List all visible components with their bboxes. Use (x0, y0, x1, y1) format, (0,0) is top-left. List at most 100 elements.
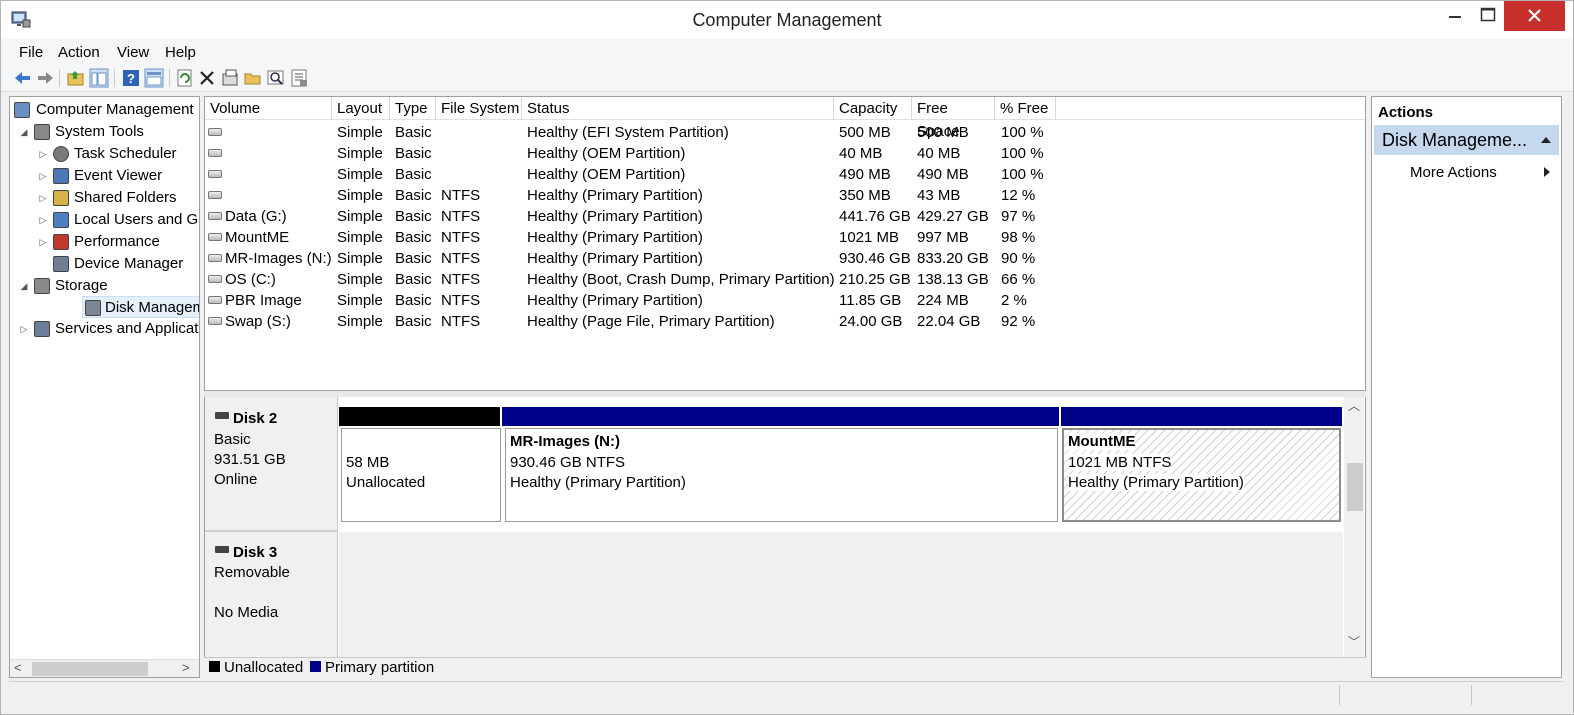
scroll-up-icon[interactable]: ︿ (1348, 397, 1360, 414)
more-actions-link[interactable]: More Actions (1410, 164, 1497, 181)
column-header-type[interactable]: Type (390, 97, 436, 120)
menu-action[interactable]: Action (58, 44, 100, 61)
expand-arrow-icon[interactable]: ▷ (38, 165, 48, 187)
cell-free-space: 43 MB (917, 187, 961, 204)
volume-row[interactable]: Simple Basic Healthy (OEM Partition) 40 MB 4… (205, 143, 1365, 164)
cell-free-space: 429.27 GB (917, 208, 989, 225)
expand-arrow-icon[interactable]: ▷ (38, 187, 48, 209)
disk2-info[interactable]: Disk 2 Basic 931.51 GB Online (205, 397, 338, 532)
open-folder-icon[interactable] (243, 68, 263, 88)
vertical-scrollbar[interactable]: ︿ ﹀ (1344, 397, 1364, 657)
partition-mountme[interactable]: MountME 1021 MB NTFS Healthy (Primary Pa… (1062, 428, 1341, 522)
cell-file-system: NTFS (441, 271, 481, 288)
expand-arrow-icon[interactable]: ▷ (19, 318, 29, 340)
tree-item-storage[interactable]: ◢ Storage (10, 275, 199, 297)
expand-arrow-icon[interactable]: ▷ (38, 143, 48, 165)
menu-bar: File Action View Help (1, 38, 1573, 64)
cell-capacity: 40 MB (839, 145, 883, 162)
volume-row[interactable]: Swap (S:) Simple Basic NTFS Healthy (Page Fi… (205, 311, 1365, 332)
delete-icon[interactable] (197, 68, 217, 88)
tree-item-device-manager[interactable]: Device Manager (10, 253, 199, 275)
tree-item-services-and-applicat[interactable]: ▷ Services and Applicat (10, 318, 199, 340)
tree-item-label: Task Scheduler (74, 145, 177, 162)
disk3-info[interactable]: Disk 3 Removable No Media (205, 532, 338, 657)
cell-type: Basic (395, 166, 432, 183)
menu-file[interactable]: File (19, 44, 43, 61)
help-icon[interactable]: ? (121, 68, 141, 88)
cell-percent-free: 90 % (1001, 250, 1036, 267)
tree-item-label: Computer Management (36, 101, 194, 118)
collapse-arrow-icon[interactable]: ◢ (19, 275, 29, 297)
status-divider (1471, 685, 1472, 705)
minimize-button[interactable] (1438, 1, 1472, 31)
partition-unallocated[interactable]: 58 MB Unallocated (341, 428, 501, 522)
volume-row[interactable]: PBR Image Simple Basic NTFS Healthy (Primary… (205, 290, 1365, 311)
scroll-right-icon[interactable]: > (182, 660, 190, 675)
tree-item-label: Device Manager (74, 255, 184, 272)
column-header-volume[interactable]: Volume (205, 97, 332, 120)
refresh-icon[interactable] (175, 68, 195, 88)
collapse-arrow-icon[interactable]: ◢ (19, 121, 29, 143)
properties-icon[interactable] (220, 68, 240, 88)
minimize-icon (1449, 16, 1461, 18)
volume-row[interactable]: Simple Basic Healthy (OEM Partition) 490 MB… (205, 164, 1365, 185)
expand-arrow-icon[interactable]: ▷ (38, 231, 48, 253)
volume-drive-icon (208, 170, 222, 178)
cell-capacity: 1021 MB (839, 229, 900, 246)
tree-item-task-scheduler[interactable]: ▷ Task Scheduler (10, 143, 199, 165)
cell-percent-free: 100 % (1001, 145, 1044, 162)
properties-view-icon[interactable] (144, 68, 164, 88)
menu-view[interactable]: View (117, 44, 149, 61)
menu-help[interactable]: Help (165, 44, 196, 61)
search-icon[interactable] (266, 68, 286, 88)
volume-row[interactable]: Simple Basic NTFS Healthy (Primary Partitio… (205, 185, 1365, 206)
volume-row[interactable]: MountME Simple Basic NTFS Healthy (Primary P… (205, 227, 1365, 248)
scroll-thumb[interactable] (1347, 463, 1363, 511)
volume-drive-icon (208, 212, 222, 220)
show-hide-tree-icon[interactable] (89, 68, 109, 88)
tree-horizontal-scrollbar[interactable]: < > (10, 659, 199, 677)
cell-capacity: 490 MB (839, 166, 891, 183)
close-button[interactable] (1504, 1, 1565, 31)
collapse-up-icon[interactable] (1541, 136, 1551, 144)
export-list-icon[interactable] (289, 68, 309, 88)
tree-item-disk-management[interactable]: Disk Management (82, 296, 199, 318)
maximize-button[interactable] (1471, 1, 1505, 31)
column-header-free-space[interactable]: Free Space (912, 97, 995, 140)
tree-item-local-users-and-gro[interactable]: ▷ Local Users and Gro (10, 209, 199, 231)
volume-row[interactable]: Simple Basic Healthy (EFI System Partition… (205, 122, 1365, 143)
actions-pane: Actions Disk Manageme... More Actions (1371, 96, 1562, 678)
volume-row[interactable]: MR-Images (N:) Simple Basic NTFS Healthy (Pr… (205, 248, 1365, 269)
forward-arrow-icon[interactable] (35, 68, 55, 88)
scroll-down-icon[interactable]: ﹀ (1348, 633, 1360, 650)
expand-arrow-icon[interactable]: ▷ (38, 209, 48, 231)
column-header-status[interactable]: Status (522, 97, 834, 120)
tree-item-computer-management[interactable]: Computer Management (10, 99, 199, 121)
volume-row[interactable]: OS (C:) Simple Basic NTFS Healthy (Boot, Cra… (205, 269, 1365, 290)
status-divider (1339, 685, 1340, 705)
tree-item-label: Services and Applicat (55, 320, 199, 337)
scroll-thumb[interactable] (32, 662, 148, 676)
toolbar: ? (1, 64, 1573, 92)
scroll-left-icon[interactable]: < (14, 660, 22, 675)
cell-percent-free: 12 % (1001, 187, 1036, 204)
cell-layout: Simple (337, 313, 383, 330)
tree-item-shared-folders[interactable]: ▷ Shared Folders (10, 187, 199, 209)
cell-type: Basic (395, 229, 432, 246)
actions-section-disk-management[interactable]: Disk Manageme... (1374, 125, 1559, 155)
tree-item-event-viewer[interactable]: ▷ Event Viewer (10, 165, 199, 187)
computer-management-window: Computer Management File Action View Hel… (0, 0, 1574, 715)
column-header-capacity[interactable]: Capacity (834, 97, 912, 120)
column-header-layout[interactable]: Layout (332, 97, 390, 120)
cell-volume: PBR Image (225, 292, 302, 309)
back-arrow-icon[interactable] (13, 68, 33, 88)
up-folder-icon[interactable] (66, 68, 86, 88)
column-header-percent-free[interactable]: % Free (995, 97, 1056, 120)
tree-item-system-tools[interactable]: ◢ System Tools (10, 121, 199, 143)
tree-item-performance[interactable]: ▷ Performance (10, 231, 199, 253)
column-header-file-system[interactable]: File System (436, 97, 522, 120)
volume-row[interactable]: Data (G:) Simple Basic NTFS Healthy (Primary… (205, 206, 1365, 227)
partition-mr-images[interactable]: MR-Images (N:) 930.46 GB NTFS Healthy (P… (505, 428, 1058, 522)
cell-volume: MR-Images (N:) (225, 250, 332, 267)
tree-item-label: System Tools (55, 123, 144, 140)
